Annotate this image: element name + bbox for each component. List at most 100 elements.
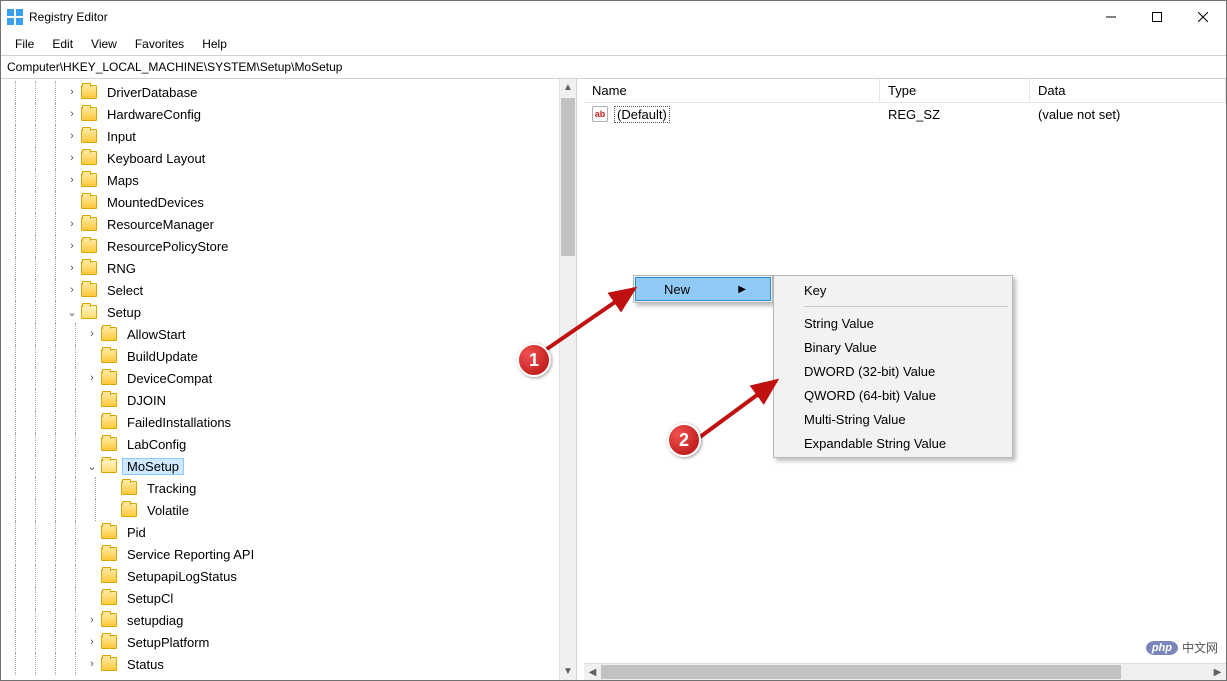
tree-item[interactable]: DJOIN bbox=[5, 389, 576, 411]
tree-toggle-empty bbox=[85, 415, 99, 429]
expand-icon[interactable]: › bbox=[65, 85, 79, 99]
tree-guide bbox=[5, 499, 25, 521]
annotation-badge-1: 1 bbox=[517, 343, 551, 377]
tree-pane: ›DriverDatabase›HardwareConfig›Input›Key… bbox=[1, 79, 577, 680]
expand-icon[interactable]: › bbox=[65, 261, 79, 275]
expand-icon[interactable]: › bbox=[65, 239, 79, 253]
folder-icon bbox=[81, 129, 97, 143]
tree-item[interactable]: SetupCl bbox=[5, 587, 576, 609]
submenu-item-dword[interactable]: DWORD (32-bit) Value bbox=[776, 359, 1010, 383]
tree-item[interactable]: › Input bbox=[5, 125, 576, 147]
menu-view[interactable]: View bbox=[83, 35, 125, 53]
tree-item-label: SetupPlatform bbox=[123, 635, 213, 650]
tree-item[interactable]: SetupapiLogStatus bbox=[5, 565, 576, 587]
expand-icon[interactable]: › bbox=[65, 283, 79, 297]
tree-item[interactable]: MountedDevices bbox=[5, 191, 576, 213]
tree-item[interactable]: ›HardwareConfig bbox=[5, 103, 576, 125]
scroll-left-icon[interactable]: ◀ bbox=[584, 667, 601, 678]
scroll-thumb[interactable] bbox=[561, 98, 575, 256]
column-header-name[interactable]: Name bbox=[584, 79, 880, 102]
tree-item[interactable]: ›DriverDatabase bbox=[5, 81, 576, 103]
tree-guide bbox=[25, 279, 45, 301]
tree-item[interactable]: ›DeviceCompat bbox=[5, 367, 576, 389]
tree-item[interactable]: › SetupPlatform bbox=[5, 631, 576, 653]
submenu-item-expand[interactable]: Expandable String Value bbox=[776, 431, 1010, 455]
expand-icon[interactable]: › bbox=[65, 151, 79, 165]
tree-vertical-scrollbar[interactable]: ▲ ▼ bbox=[559, 79, 576, 680]
tree-guide bbox=[45, 653, 65, 675]
expand-icon[interactable]: › bbox=[85, 635, 99, 649]
tree-item[interactable]: Volatile bbox=[5, 499, 576, 521]
tree-item-label: Pid bbox=[123, 525, 150, 540]
menu-favorites[interactable]: Favorites bbox=[127, 35, 192, 53]
submenu-item-key[interactable]: Key bbox=[776, 278, 1010, 302]
tree-guide bbox=[65, 345, 85, 367]
submenu-item-multi[interactable]: Multi-String Value bbox=[776, 407, 1010, 431]
expand-icon[interactable]: › bbox=[85, 613, 99, 627]
folder-icon bbox=[101, 437, 117, 451]
tree-guide bbox=[5, 367, 25, 389]
submenu-label: String Value bbox=[804, 316, 874, 331]
address-bar[interactable]: Computer\HKEY_LOCAL_MACHINE\SYSTEM\Setup… bbox=[1, 55, 1226, 79]
scroll-track[interactable] bbox=[560, 96, 576, 663]
tree-item[interactable]: ›Maps bbox=[5, 169, 576, 191]
menu-edit[interactable]: Edit bbox=[44, 35, 81, 53]
tree-guide bbox=[45, 587, 65, 609]
tree-item[interactable]: ›RNG bbox=[5, 257, 576, 279]
expand-icon[interactable]: › bbox=[85, 327, 99, 341]
tree-guide bbox=[45, 257, 65, 279]
menu-file[interactable]: File bbox=[7, 35, 42, 53]
value-row[interactable]: ab(Default)REG_SZ(value not set) bbox=[584, 103, 1226, 125]
value-horizontal-scrollbar[interactable]: ◀ ▶ bbox=[584, 663, 1226, 680]
tree-guide bbox=[45, 125, 65, 147]
expand-icon[interactable]: › bbox=[65, 173, 79, 187]
watermark: php 中文网 bbox=[1146, 639, 1218, 656]
expand-icon[interactable]: › bbox=[65, 217, 79, 231]
tree-item[interactable]: ⌄Setup bbox=[5, 301, 576, 323]
tree-item[interactable]: ⌄MoSetup bbox=[5, 455, 576, 477]
collapse-icon[interactable]: ⌄ bbox=[85, 459, 99, 473]
collapse-icon[interactable]: ⌄ bbox=[65, 305, 79, 319]
submenu-item-binary[interactable]: Binary Value bbox=[776, 335, 1010, 359]
tree-scroll-area[interactable]: ›DriverDatabase›HardwareConfig›Input›Key… bbox=[1, 79, 576, 680]
tree-guide bbox=[25, 147, 45, 169]
submenu-item-qword[interactable]: QWORD (64-bit) Value bbox=[776, 383, 1010, 407]
submenu-label: Multi-String Value bbox=[804, 412, 906, 427]
close-button[interactable] bbox=[1180, 1, 1226, 33]
tree-guide bbox=[45, 169, 65, 191]
expand-icon[interactable]: › bbox=[65, 107, 79, 121]
column-header-type[interactable]: Type bbox=[880, 79, 1030, 102]
tree-item[interactable]: ›ResourceManager bbox=[5, 213, 576, 235]
tree-item[interactable]: ›setupdiag bbox=[5, 609, 576, 631]
tree-item[interactable]: ›ResourcePolicyStore bbox=[5, 235, 576, 257]
tree-item-label: Input bbox=[103, 129, 140, 144]
tree-item[interactable]: FailedInstallations bbox=[5, 411, 576, 433]
tree-item[interactable]: ›Status bbox=[5, 653, 576, 675]
submenu-item-string[interactable]: String Value bbox=[776, 311, 1010, 335]
tree-guide bbox=[5, 191, 25, 213]
tree-item[interactable]: Tracking bbox=[5, 477, 576, 499]
hscroll-thumb[interactable] bbox=[601, 665, 1121, 679]
maximize-button[interactable] bbox=[1134, 1, 1180, 33]
scroll-down-icon[interactable]: ▼ bbox=[560, 663, 576, 680]
tree-item[interactable]: Pid bbox=[5, 521, 576, 543]
scroll-right-icon[interactable]: ▶ bbox=[1209, 667, 1226, 678]
tree-item[interactable]: BuildUpdate bbox=[5, 345, 576, 367]
pane-splitter[interactable] bbox=[577, 79, 584, 680]
tree-item[interactable]: LabConfig bbox=[5, 433, 576, 455]
tree-item[interactable]: ›AllowStart bbox=[5, 323, 576, 345]
tree-item[interactable]: ›Keyboard Layout bbox=[5, 147, 576, 169]
expand-icon[interactable]: › bbox=[85, 657, 99, 671]
column-header-data[interactable]: Data bbox=[1030, 79, 1226, 102]
menu-help[interactable]: Help bbox=[194, 35, 235, 53]
scroll-up-icon[interactable]: ▲ bbox=[560, 79, 576, 96]
minimize-button[interactable] bbox=[1088, 1, 1134, 33]
tree-item[interactable]: Service Reporting API bbox=[5, 543, 576, 565]
expand-icon[interactable]: › bbox=[85, 371, 99, 385]
folder-icon bbox=[101, 371, 117, 385]
tree-item[interactable]: ›Select bbox=[5, 279, 576, 301]
expand-icon[interactable]: › bbox=[65, 129, 79, 143]
context-menu-item-new[interactable]: New ▶ bbox=[635, 277, 771, 301]
tree-guide bbox=[25, 301, 45, 323]
hscroll-track[interactable] bbox=[601, 664, 1209, 680]
